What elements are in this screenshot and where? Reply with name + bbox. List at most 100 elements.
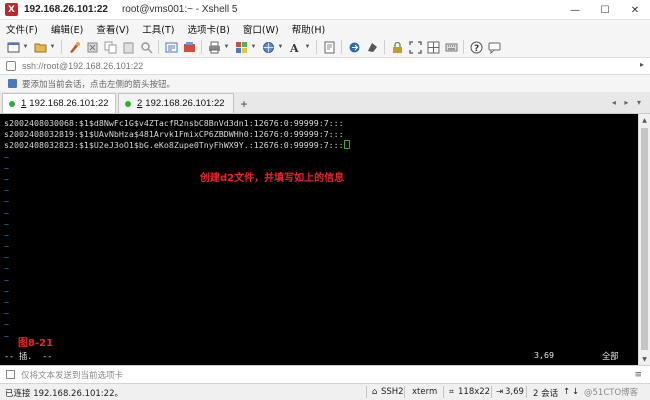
xftp-icon[interactable] (347, 40, 361, 54)
connection-status: 已连接 192.168.26.101:22。 (5, 389, 123, 399)
connected-status-icon (125, 100, 131, 107)
terminal-type: xterm (412, 387, 438, 397)
scrollbar-thumb[interactable] (641, 128, 648, 350)
terminal-line-text: s2002408032823:$1$U2eJ3oO1$bG.eKo8Zupe0T… (4, 140, 344, 151)
terminal-size-icon: ⌗ (449, 387, 454, 397)
menu-bar: 文件(F) 编辑(E) 查看(V) 工具(T) 选项卡(B) 窗口(W) 帮助(… (0, 20, 650, 37)
vim-tilde: ~ (4, 151, 9, 162)
vim-cursor-position: 3,69 (534, 350, 554, 360)
xmanager-icon[interactable] (365, 40, 379, 54)
hint-bar: 要添加当前会话，点击左侧的箭头按钮。 (0, 75, 650, 92)
minimize-button[interactable]: — (560, 0, 590, 20)
vim-scope: 全部 (602, 351, 619, 361)
font-dropdown-icon[interactable]: ▼ (304, 40, 311, 54)
globe-icon[interactable] (261, 40, 275, 54)
toolbar-divider (463, 40, 464, 54)
window-controls: — ☐ ✕ (560, 0, 650, 20)
help-icon[interactable]: ? (469, 40, 483, 54)
terminal-size: 118x22 (458, 387, 491, 397)
properties-icon[interactable] (164, 40, 178, 54)
menu-help[interactable]: 帮助(H) (292, 22, 326, 36)
terminal-line: s2002408032823:$1$U2eJ3oO1$bG.eKo8Zupe0T… (4, 140, 638, 151)
scroll-up-icon[interactable]: ▲ (639, 114, 650, 126)
scroll-down-icon[interactable]: ▼ (639, 353, 650, 365)
vim-tilde: ~ (4, 330, 9, 341)
status-divider (404, 386, 405, 398)
compose-input[interactable]: 仅将文本发送到当前选项卡 (21, 369, 123, 381)
reconnect-icon[interactable] (67, 40, 81, 54)
status-divider (491, 386, 492, 398)
globe-dropdown-icon[interactable]: ▼ (277, 40, 284, 54)
add-tab-button[interactable]: + (236, 95, 252, 113)
toolbar: ▼ ▼ ▼ ▼ ▼ A ▼ ? (0, 37, 650, 58)
tab-navigation-icon[interactable]: ◂ ▸ ▾ (612, 98, 644, 107)
address-arrow-icon[interactable]: ▸ (640, 60, 644, 69)
address-bar: ssh://root@192.168.26.101:22 ▸ (0, 58, 650, 75)
find-icon[interactable] (139, 40, 153, 54)
keyboard-icon[interactable] (444, 40, 458, 54)
nav-up-icon[interactable]: ↑ (563, 387, 570, 397)
transfer-icon[interactable] (182, 40, 196, 54)
tab-number: 1 (21, 98, 27, 109)
font-icon[interactable]: A (288, 40, 302, 54)
vim-tilde: ~ (4, 207, 9, 218)
add-session-arrow-icon[interactable] (8, 79, 17, 88)
vim-status-line: -- 插. -- 3,69 全部 (4, 350, 634, 362)
print-icon[interactable] (207, 40, 221, 54)
vim-tilde: ~ (4, 319, 9, 330)
maximize-button[interactable]: ☐ (590, 0, 620, 20)
menu-tools[interactable]: 工具(T) (142, 22, 174, 36)
tab-session-2[interactable]: 2 192.168.26.101:22 (118, 93, 234, 113)
color-scheme-icon[interactable] (234, 40, 248, 54)
vim-tilde: ~ (4, 297, 9, 307)
vim-tilde: ~ (4, 308, 9, 319)
vim-tilde: ~ (4, 252, 9, 263)
status-divider (366, 386, 367, 398)
color-dropdown-icon[interactable]: ▼ (250, 40, 257, 54)
tab-session-1[interactable]: 1 192.168.26.101:22 (2, 93, 116, 113)
xshell-app-icon: X (5, 3, 18, 16)
nav-down-icon[interactable]: ↓ (572, 387, 579, 397)
new-session-dropdown-icon[interactable]: ▼ (22, 40, 29, 54)
close-button[interactable]: ✕ (620, 0, 650, 20)
terminal-line: s2002408032819:$1$UAvNbHza$481Arvk1FmixC… (4, 129, 344, 140)
svg-text:A: A (289, 42, 299, 54)
vim-tilde: ~ (4, 274, 9, 285)
window-title-host: 192.168.26.101:22 (24, 4, 108, 15)
status-divider (443, 386, 444, 398)
watermark: @51CTO博客 (584, 388, 639, 398)
compose-bar: 仅将文本发送到当前选项卡 ≡ (0, 365, 650, 383)
menu-tabs[interactable]: 选项卡(B) (187, 22, 229, 36)
script-icon[interactable] (322, 40, 336, 54)
vertical-scrollbar[interactable]: ▲ ▼ (638, 114, 650, 365)
paste-icon[interactable] (121, 40, 135, 54)
chat-icon[interactable] (487, 40, 501, 54)
menu-edit[interactable]: 编辑(E) (51, 22, 83, 36)
status-divider (526, 386, 527, 398)
menu-window[interactable]: 窗口(W) (243, 22, 279, 36)
toolbar-divider (316, 40, 317, 54)
layout-icon[interactable] (426, 40, 440, 54)
lock-icon[interactable] (390, 40, 404, 54)
cursor-position: 3,69 (505, 387, 524, 397)
terminal[interactable]: s2002408030068:$1$d8NwFc1G$v4ZTacfR2nsbC… (0, 114, 638, 365)
vim-tilde: ~ (4, 185, 9, 196)
annotation-text: 创建d2文件，并填写如上的信息 (200, 173, 345, 184)
vim-tilde: ~ (4, 218, 9, 229)
menu-file[interactable]: 文件(F) (6, 22, 38, 36)
fullscreen-icon[interactable] (408, 40, 422, 54)
session-count: 2 会话 (533, 389, 559, 399)
menu-view[interactable]: 查看(V) (96, 22, 129, 36)
address-input[interactable]: ssh://root@192.168.26.101:22 (22, 61, 143, 71)
open-folder-icon[interactable] (33, 40, 47, 54)
status-bar: 已连接 192.168.26.101:22。 ⌂ SSH2 xterm ⌗ 11… (0, 383, 650, 400)
copy-icon[interactable] (103, 40, 117, 54)
toolbar-divider (61, 40, 62, 54)
protocol: SSH2 (381, 387, 404, 397)
print-dropdown-icon[interactable]: ▼ (223, 40, 230, 54)
compose-menu-icon[interactable]: ≡ (634, 370, 642, 380)
new-session-icon[interactable] (6, 40, 20, 54)
disconnect-icon[interactable] (85, 40, 99, 54)
toolbar-divider (384, 40, 385, 54)
open-dropdown-icon[interactable]: ▼ (49, 40, 56, 54)
